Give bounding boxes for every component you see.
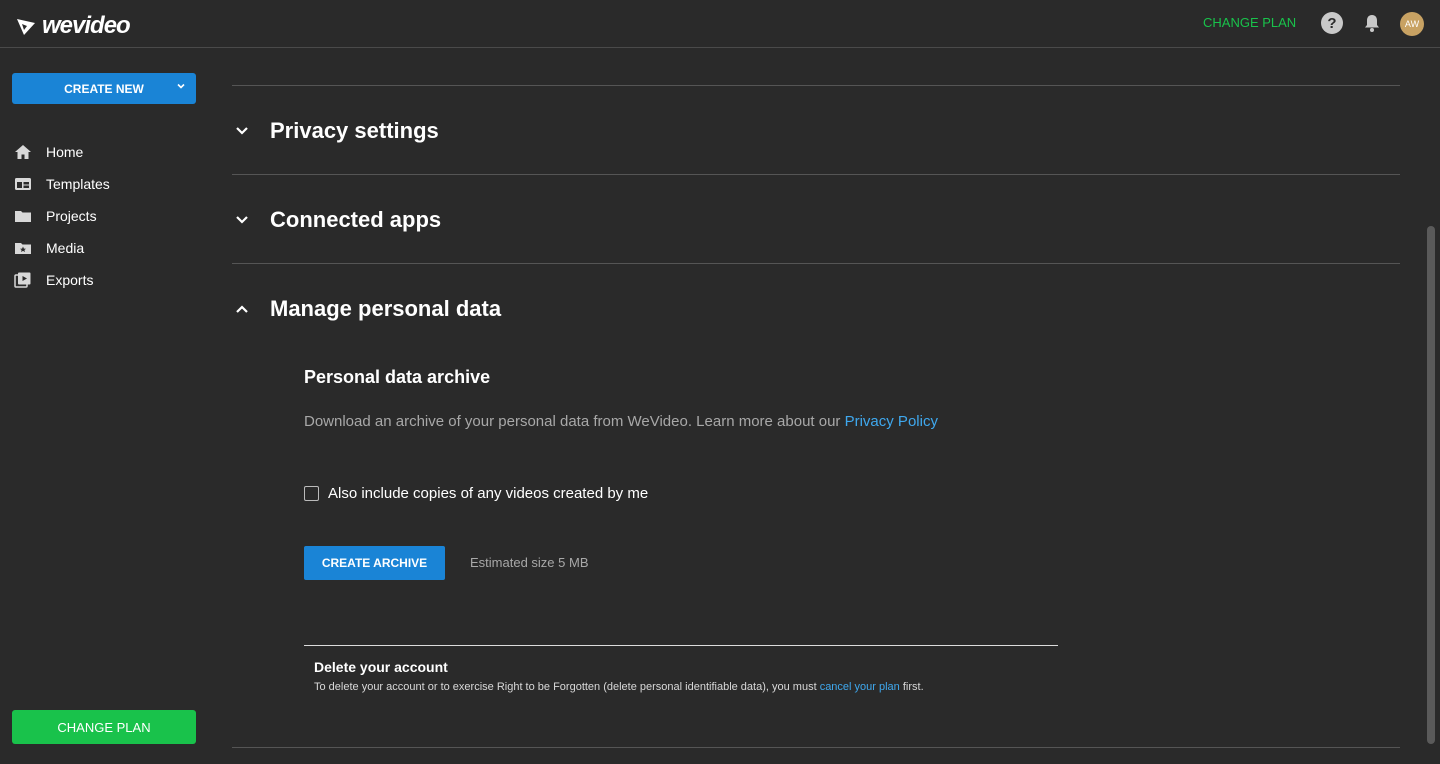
sidebar-item-media[interactable]: Media [0, 232, 210, 264]
sidebar-item-projects[interactable]: Projects [0, 200, 210, 232]
estimated-size: Estimated size 5 MB [470, 555, 589, 570]
include-videos-checkbox[interactable] [304, 486, 319, 501]
sidebar-item-label: Exports [46, 272, 94, 288]
section-title: Connected apps [270, 207, 442, 232]
media-folder-icon [15, 243, 31, 254]
templates-icon [15, 178, 31, 190]
section-manage-personal-data[interactable]: Manage personal data [232, 289, 501, 329]
include-videos-label[interactable]: Also include copies of any videos create… [328, 485, 648, 502]
home-icon [15, 145, 31, 159]
sidebar-item-label: Templates [46, 176, 110, 192]
sidebar-item-label: Projects [46, 208, 97, 224]
change-plan-button[interactable]: CHANGE PLAN [12, 710, 196, 744]
delete-account-title: Delete your account [314, 659, 448, 675]
help-icon[interactable]: ? [1321, 12, 1343, 34]
sidebar-item-label: Media [46, 240, 85, 256]
sidebar-item-exports[interactable]: Exports [0, 264, 210, 296]
wevideo-logo[interactable]: wevideo [16, 12, 131, 40]
sidebar-nav: Home Templates Projects Media Exports [0, 136, 210, 296]
sidebar: CREATE NEW Home Templates Projects Media… [0, 48, 210, 764]
exports-icon [14, 272, 31, 288]
cancel-plan-link[interactable]: cancel your plan [820, 681, 900, 693]
divider [232, 174, 1400, 175]
delete-suffix: first. [899, 681, 924, 693]
delete-text: To delete your account or to exercise Ri… [314, 681, 820, 693]
sidebar-item-templates[interactable]: Templates [0, 168, 210, 200]
description-text: Download an archive of your personal dat… [304, 413, 845, 430]
sidebar-item-label: Home [46, 144, 84, 160]
divider [232, 85, 1400, 86]
delete-account-description: To delete your account or to exercise Ri… [314, 681, 924, 693]
divider [232, 263, 1400, 264]
create-archive-button[interactable]: CREATE ARCHIVE [304, 546, 445, 580]
folder-icon [15, 211, 31, 222]
create-new-label: CREATE NEW [64, 81, 144, 96]
logo-text: wevideo [42, 12, 131, 39]
section-title: Privacy settings [270, 118, 439, 143]
section-connected-apps[interactable]: Connected apps [232, 200, 441, 240]
change-plan-link[interactable]: CHANGE PLAN [1203, 15, 1296, 30]
chevron-down-icon [236, 127, 248, 135]
personal-data-archive-title: Personal data archive [304, 367, 491, 387]
chevron-down-icon[interactable] [176, 81, 186, 91]
include-videos-option[interactable]: Also include copies of any videos create… [304, 485, 648, 502]
avatar[interactable]: AW [1400, 12, 1424, 36]
privacy-policy-link[interactable]: Privacy Policy [845, 413, 938, 430]
chevron-up-icon [236, 305, 248, 313]
logo-mark-icon [17, 19, 35, 35]
scrollbar-thumb[interactable] [1427, 226, 1435, 744]
top-bar: wevideo CHANGE PLAN ? AW [0, 0, 1440, 48]
section-privacy-settings[interactable]: Privacy settings [232, 111, 439, 151]
personal-data-description: Download an archive of your personal dat… [304, 412, 944, 432]
bell-icon[interactable] [1362, 13, 1382, 33]
section-title: Manage personal data [270, 296, 502, 321]
main-content: Privacy settings Connected apps Manage p… [232, 48, 1400, 764]
create-new-button[interactable]: CREATE NEW [12, 73, 196, 104]
divider [232, 747, 1400, 748]
sidebar-item-home[interactable]: Home [0, 136, 210, 168]
chevron-down-icon [236, 216, 248, 224]
delete-divider [304, 645, 1058, 646]
